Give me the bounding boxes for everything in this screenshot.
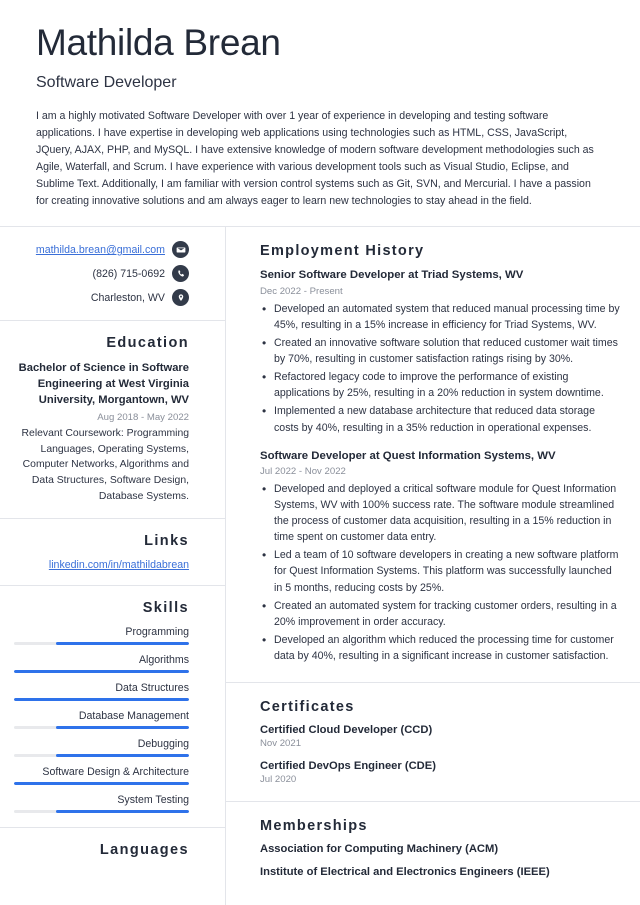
links-block: Links linkedin.com/in/mathildabrean [0,519,225,587]
professional-summary: I am a highly motivated Software Develop… [36,109,594,208]
job-bullet-list: Developed an automated system that reduc… [260,300,622,436]
job-bullet-list: Developed and deployed a critical softwa… [260,480,622,664]
links-heading: Links [144,533,189,550]
certificates-list: Certified Cloud Developer (CCD) Nov 2021 C… [260,724,622,785]
languages-heading: Languages [99,842,189,859]
skill-item: Software Design & Architecture [14,766,189,786]
contact-email-text[interactable]: mathilda.brean@gmail.com [36,244,165,256]
resume-page: Mathilda Brean Software Developer I am a… [0,0,640,905]
skill-level-bar [14,782,189,786]
skill-level-bar [14,698,189,702]
resume-body: mathilda.brean@gmail.com (826) 715-0692 … [0,227,640,905]
job-bullet: Developed an automated system that reduc… [260,300,622,333]
skill-level-fill [14,782,189,786]
skill-label: Algorithms [138,654,189,667]
education-degree: Bachelor of Science in Software Engineer… [18,362,189,407]
skill-level-bar [14,642,189,646]
job-bullet: Created an innovative software solution … [260,334,622,367]
skill-label: System Testing [117,794,189,807]
skill-level-fill [56,810,189,814]
skill-item: Data Structures [14,682,189,702]
skill-level-bar [14,726,189,730]
location-pin-icon [172,289,189,307]
contact-location-row: Charleston, WV [14,289,189,307]
skill-item: Algorithms [14,654,189,674]
resume-header: Mathilda Brean Software Developer I am a… [0,0,640,226]
page-title: Mathilda Brean [36,22,281,63]
education-heading: Education [106,335,189,352]
membership-entry: Association for Computing Machinery (ACM… [260,843,499,856]
skill-item: System Testing [14,794,189,814]
employment-history-block: Employment History Senior Software Devel… [226,227,640,684]
skills-heading: Skills [142,600,189,617]
jobs-list: Senior Software Developer at Triad Syste… [260,268,622,664]
memberships-list: Association for Computing Machinery (ACM… [260,843,622,878]
skill-label: Software Design & Architecture [42,766,189,779]
skills-block: Skills Programming Algorithms Data Structu… [0,586,225,829]
contact-location-text: Charleston, WV [90,291,165,304]
skills-list: Programming Algorithms Data Structures Data… [14,626,189,814]
envelope-icon [172,241,189,259]
certificate-name: Certified DevOps Engineer (CDE) [260,760,436,773]
employment-history-heading: Employment History [260,243,425,260]
skill-level-fill [14,670,189,674]
job-entry: Software Developer at Quest Information … [260,449,622,664]
job-entry: Senior Software Developer at Triad Syste… [260,268,622,435]
link-item-linkedin[interactable]: linkedin.com/in/mathildabrean [14,559,189,571]
job-date-range: Dec 2022 - Present [260,285,343,297]
certificate-entry: Certified Cloud Developer (CCD) Nov 2021 [260,724,622,749]
skill-item: Database Management [14,710,189,730]
contact-block: mathilda.brean@gmail.com (826) 715-0692 … [0,227,225,322]
skill-level-bar [14,810,189,814]
memberships-block: Memberships Association for Computing Ma… [226,802,640,894]
job-role: Software Developer at Quest Information … [260,449,556,462]
skill-label: Database Management [78,710,189,723]
certificates-heading: Certificates [260,699,355,716]
education-date: Aug 2018 - May 2022 [97,412,189,424]
skill-level-bar [14,754,189,758]
skill-label: Programming [125,626,189,639]
languages-block: Languages [0,828,225,882]
job-bullet: Led a team of 10 software developers in … [260,546,622,595]
certificate-entry: Certified DevOps Engineer (CDE) Jul 2020 [260,760,622,785]
skill-level-bar [14,670,189,674]
skill-label: Data Structures [115,682,189,695]
skill-level-fill [56,642,189,646]
job-date-range: Jul 2022 - Nov 2022 [260,466,346,478]
phone-icon [172,265,189,283]
job-bullet: Developed an algorithm which reduced the… [260,631,622,664]
main-column: Employment History Senior Software Devel… [226,227,640,905]
job-title: Software Developer [36,73,177,91]
skill-level-fill [56,754,189,758]
job-bullet: Created an automated system for tracking… [260,597,622,630]
job-bullet: Developed and deployed a critical softwa… [260,480,622,545]
sidebar: mathilda.brean@gmail.com (826) 715-0692 … [0,227,226,905]
contact-phone-row[interactable]: (826) 715-0692 [14,265,189,283]
certificate-date: Jul 2020 [260,774,297,786]
membership-entry: Institute of Electrical and Electronics … [260,866,550,879]
skill-item: Programming [14,626,189,646]
skill-item: Debugging [14,738,189,758]
skill-level-fill [14,698,189,702]
job-bullet: Implemented a new database architecture … [260,402,622,435]
education-description: Relevant Coursework: Programming Languag… [21,428,189,502]
skill-label: Debugging [137,738,189,751]
certificate-name: Certified Cloud Developer (CCD) [260,724,433,737]
memberships-heading: Memberships [260,818,368,835]
skill-level-fill [56,726,189,730]
job-bullet: Refactored legacy code to improve the pe… [260,368,622,401]
contact-phone-text: (826) 715-0692 [92,267,165,280]
certificate-date: Nov 2021 [260,738,302,750]
education-block: Education Bachelor of Science in Softwar… [0,321,225,520]
certificates-block: Certificates Certified Cloud Developer (… [226,683,640,803]
job-role: Senior Software Developer at Triad Syste… [260,269,524,282]
contact-email-row[interactable]: mathilda.brean@gmail.com [14,241,189,259]
